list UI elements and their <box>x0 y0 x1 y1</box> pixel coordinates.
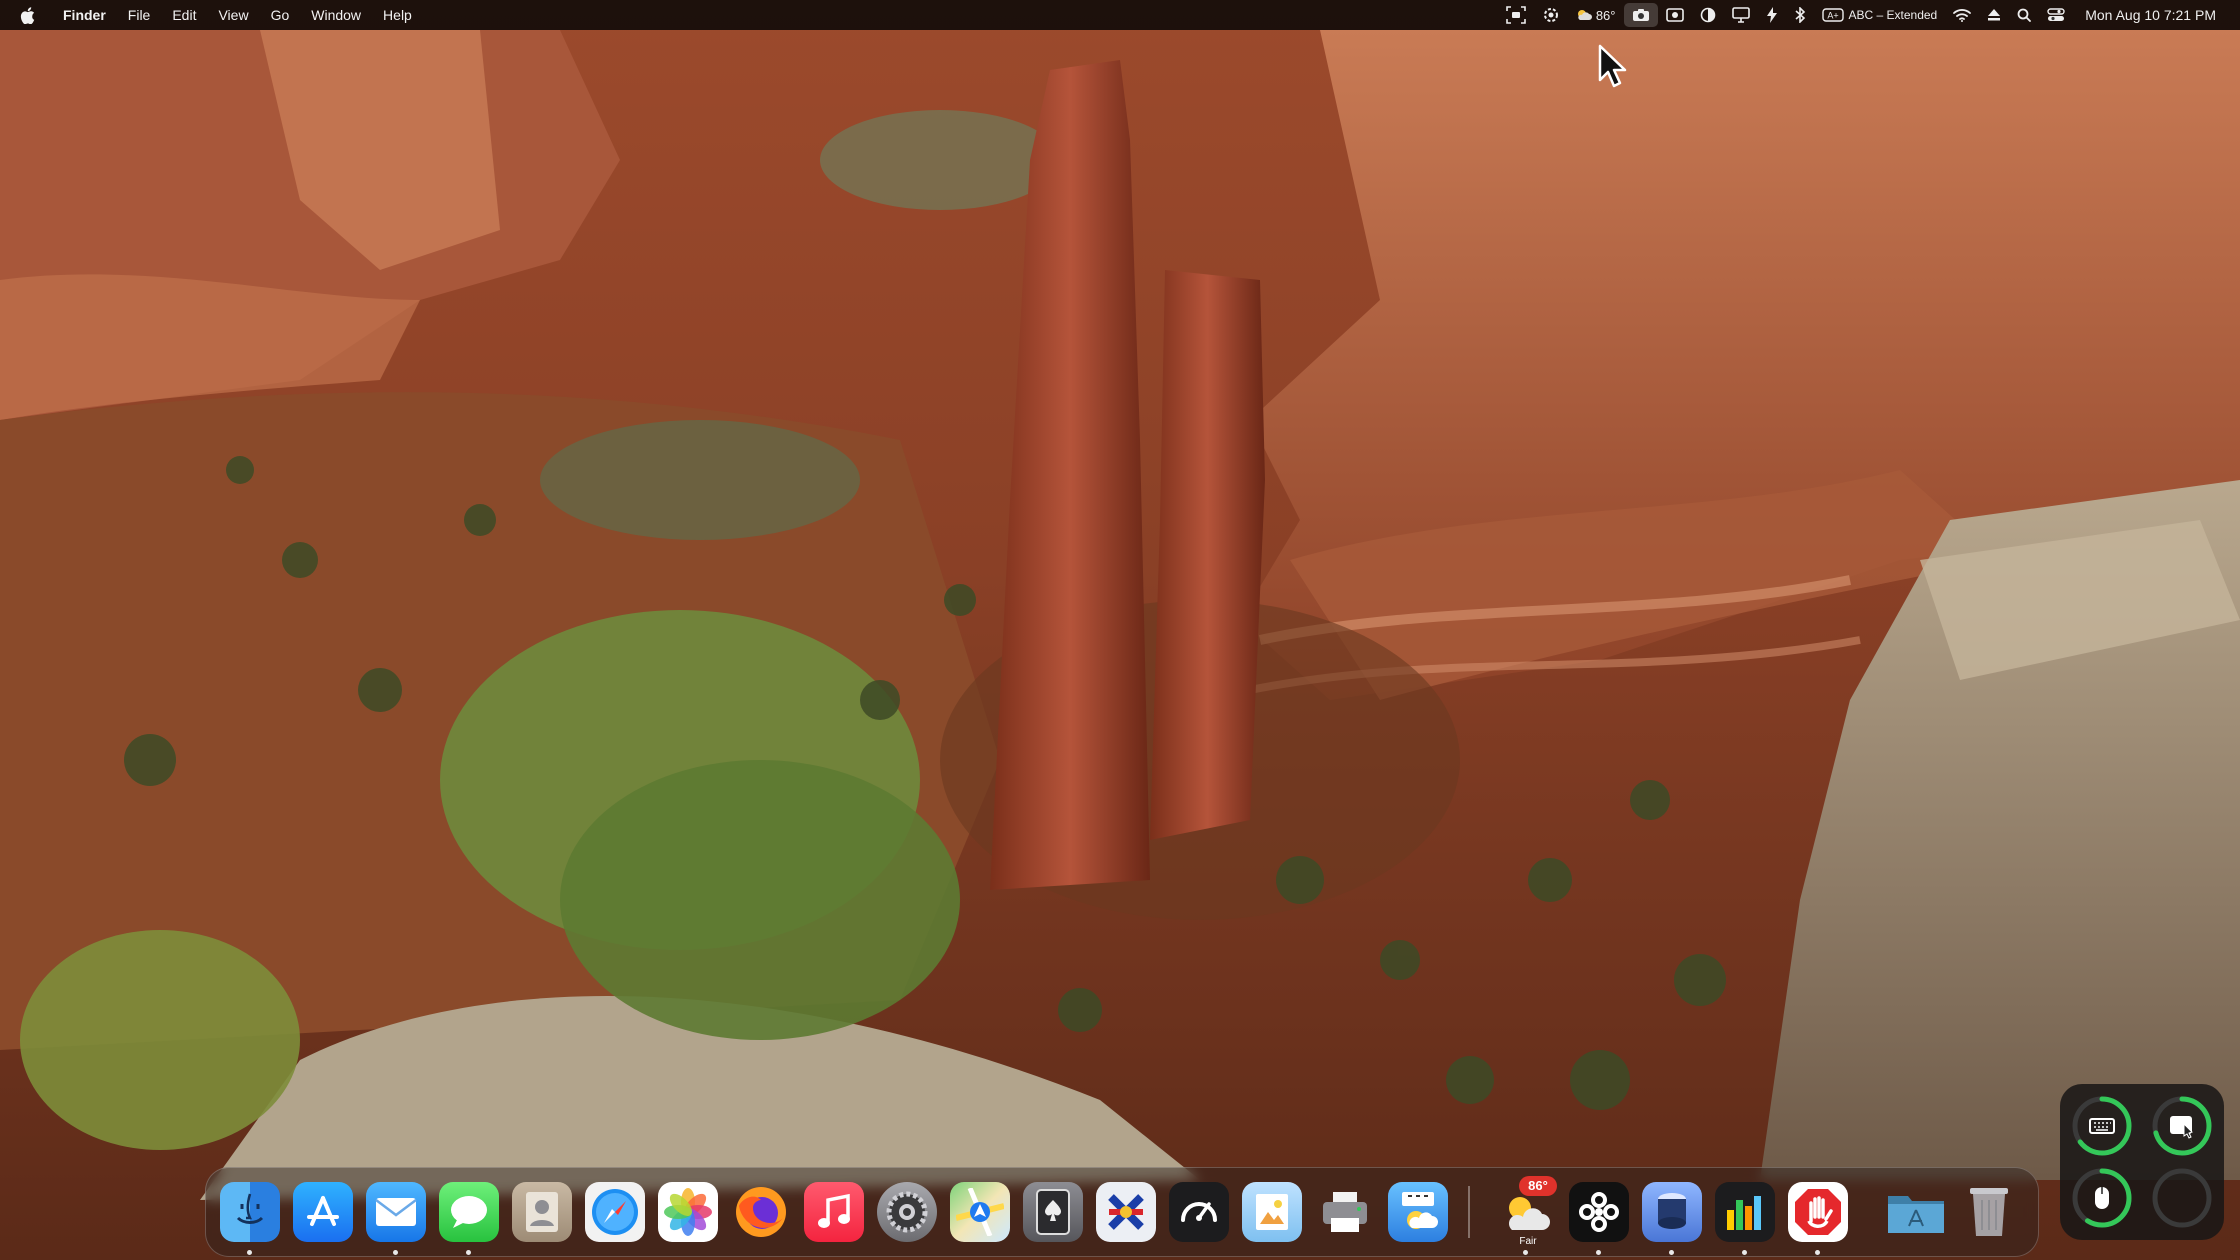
running-indicator <box>1523 1250 1528 1255</box>
dock-messages-icon[interactable] <box>439 1182 499 1242</box>
bluetooth-icon[interactable] <box>1786 0 1814 30</box>
screenshot-icon[interactable] <box>1498 0 1534 30</box>
running-indicator <box>466 1250 471 1255</box>
device-battery-widget[interactable] <box>2060 1084 2224 1240</box>
menu-view[interactable]: View <box>207 0 259 30</box>
keyboard-battery-ring <box>2072 1096 2132 1156</box>
weather-temp: 86° <box>1595 7 1616 23</box>
control-center-icon[interactable] <box>2039 0 2073 30</box>
desktop-wallpaper <box>0 0 2240 1260</box>
svg-text:A+: A+ <box>1827 11 1838 21</box>
dock-stop-hand-icon[interactable] <box>1788 1182 1848 1242</box>
dock-trash-icon[interactable] <box>1959 1182 2019 1242</box>
running-indicator <box>1596 1250 1601 1255</box>
dock-firefox-icon[interactable] <box>731 1182 791 1242</box>
weather-status[interactable]: 86° <box>1568 0 1624 30</box>
menu-edit[interactable]: Edit <box>161 0 207 30</box>
menu-go[interactable]: Go <box>260 0 301 30</box>
apple-menu-icon[interactable] <box>16 0 38 30</box>
dock-contacts-icon[interactable] <box>512 1182 572 1242</box>
dock-maps-icon[interactable] <box>950 1182 1010 1242</box>
display-icon[interactable] <box>1724 0 1758 30</box>
dock-music-icon[interactable] <box>804 1182 864 1242</box>
trackpad-icon <box>2170 1116 2193 1139</box>
menu-file[interactable]: File <box>117 0 162 30</box>
mouse-battery-ring <box>2072 1168 2132 1228</box>
dock-network-tool-icon[interactable] <box>1096 1182 1156 1242</box>
dock-safari-icon[interactable] <box>585 1182 645 1242</box>
dock-preview-icon[interactable] <box>1242 1182 1302 1242</box>
mouse-icon <box>2095 1187 2109 1209</box>
dock-flower-node-icon[interactable] <box>1569 1182 1629 1242</box>
contrast-icon[interactable] <box>1692 0 1724 30</box>
weather-badge: 86° <box>1519 1176 1557 1196</box>
camera-icon[interactable] <box>1623 3 1658 27</box>
dock: 86° Fair <box>205 1167 2039 1257</box>
menu-bar-clock[interactable]: Mon Aug 10 7:21 PM <box>2073 0 2224 30</box>
running-indicator <box>1815 1250 1820 1255</box>
mouse-pointer-icon <box>1598 44 1627 88</box>
running-indicator <box>1742 1250 1747 1255</box>
dock-separator <box>1468 1186 1470 1238</box>
trackpad-battery-ring <box>2152 1096 2212 1156</box>
dock-bar-chart-icon[interactable] <box>1715 1182 1775 1242</box>
screen-capture-icon[interactable] <box>1658 0 1692 30</box>
input-source[interactable]: A+ ABC – Extended <box>1814 0 1946 30</box>
weather-condition-label: Fair <box>1519 1236 1537 1247</box>
menu-window[interactable]: Window <box>300 0 372 30</box>
dock-photos-icon[interactable] <box>658 1182 718 1242</box>
running-indicator <box>247 1250 252 1255</box>
dock-weather-clock-icon[interactable] <box>1388 1182 1448 1242</box>
accessibility-gear-icon[interactable] <box>1534 0 1568 30</box>
spotlight-search-icon[interactable] <box>2009 0 2039 30</box>
dock-printer-icon[interactable] <box>1315 1182 1375 1242</box>
dock-speedometer-icon[interactable] <box>1169 1182 1229 1242</box>
menu-help[interactable]: Help <box>372 0 423 30</box>
wifi-icon[interactable] <box>1945 0 1979 30</box>
eject-icon[interactable] <box>1979 0 2009 30</box>
menu-app-name[interactable]: Finder <box>52 0 117 30</box>
dock-finder-icon[interactable] <box>220 1182 280 1242</box>
lightning-icon[interactable] <box>1758 0 1786 30</box>
dock-cylinder-icon[interactable] <box>1642 1182 1702 1242</box>
dock-spade-card-icon[interactable] <box>1023 1182 1083 1242</box>
running-indicator <box>1669 1250 1674 1255</box>
dock-mail-icon[interactable] <box>366 1182 426 1242</box>
dock-system-settings-icon[interactable] <box>877 1182 937 1242</box>
menu-bar: Finder File Edit View Go Window Help 86° <box>0 0 2240 30</box>
keyboard-icon <box>2089 1118 2115 1134</box>
dock-app-store-icon[interactable] <box>293 1182 353 1242</box>
empty-battery-ring <box>2152 1168 2212 1228</box>
dock-applications-folder-icon[interactable] <box>1886 1182 1946 1242</box>
running-indicator <box>393 1250 398 1255</box>
input-source-label: ABC – Extended <box>1848 8 1938 22</box>
